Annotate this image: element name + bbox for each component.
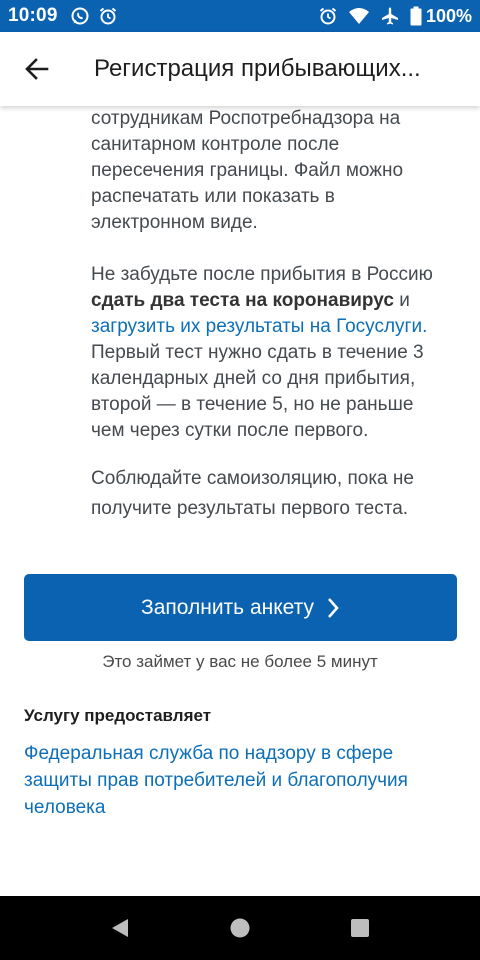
tests-bold-text: сдать два теста на коронавирус (91, 290, 394, 311)
text-line: сдать два теста на коронавирус и (91, 288, 463, 314)
alarm-clock-icon (98, 6, 118, 26)
battery-percentage: 100% (425, 5, 472, 26)
status-left: 10:09 (8, 5, 126, 27)
upload-results-link[interactable]: загрузить их результаты на Госуслуги. (91, 314, 463, 340)
text-line: календарных дней со дня прибытия, (91, 368, 416, 389)
status-right: 100% (318, 6, 472, 27)
system-navigation-bar (0, 896, 480, 960)
triangle-back-icon (112, 919, 128, 937)
provider-link[interactable]: Федеральная служба по надзору в сфере за… (24, 740, 454, 821)
page-title: Регистрация прибывающих... (94, 55, 421, 82)
whatsapp-icon (70, 6, 90, 26)
text-line: санитарном контроле после (91, 134, 340, 155)
text-line: распечатать или показать в (91, 186, 335, 207)
provider-link-line: человека (24, 797, 106, 818)
text-line: электронном виде. (91, 212, 258, 233)
status-time: 10:09 (8, 5, 58, 26)
chevron-right-icon (328, 597, 339, 618)
status-bar: 10:09 100% (0, 0, 480, 32)
text-line: получите результаты первого теста. (91, 498, 409, 519)
time-estimate-note: Это займет у вас не более 5 минут (102, 652, 378, 671)
alarm-clock-icon (318, 6, 338, 26)
battery-icon (410, 6, 422, 26)
square-recents-icon (351, 919, 369, 937)
nav-back-button[interactable] (90, 898, 150, 958)
arrow-left-icon (25, 58, 49, 80)
text-fragment: и (393, 290, 410, 311)
text-line: второй — в течение 5, но не раньше (91, 394, 414, 415)
nav-home-button[interactable] (210, 898, 270, 958)
text-line: чем через сутки после первого. (91, 420, 369, 441)
nav-recents-button[interactable] (330, 898, 390, 958)
wifi-icon (348, 7, 370, 25)
text-line: пересечения границы. Файл можно (91, 160, 404, 181)
provider-link-line: Федеральная служба по надзору в сфере (24, 743, 394, 764)
content-scroll-area[interactable]: сотрудникам Роспотребнадзора на санитарн… (0, 106, 480, 896)
fill-form-button-label: Заполнить анкету (141, 595, 314, 619)
paragraph-print-info: сотрудникам Роспотребнадзора на санитарн… (91, 106, 463, 236)
circle-home-icon (230, 918, 250, 938)
back-button[interactable] (0, 32, 74, 106)
paragraph-self-isolation: Соблюдайте самоизоляцию, пока не получит… (91, 464, 463, 524)
app-bar: Регистрация прибывающих... (0, 32, 480, 106)
text-line: Первый тест нужно сдать в течение 3 (91, 342, 424, 363)
airplane-mode-icon (380, 6, 400, 26)
provider-link-line: защиты прав потребителей и благополучия (24, 770, 408, 791)
fill-form-button[interactable]: Заполнить анкету (24, 574, 457, 641)
paragraph-tests-info: Не забудьте после прибытия в Россию сдат… (91, 262, 463, 444)
text-line: сотрудникам Роспотребнадзора на (91, 108, 401, 129)
text-line: Не забудьте после прибытия в Россию (91, 264, 433, 285)
text-line: Соблюдайте самоизоляцию, пока не (91, 468, 414, 489)
provider-heading: Услугу предоставляет (24, 706, 212, 725)
